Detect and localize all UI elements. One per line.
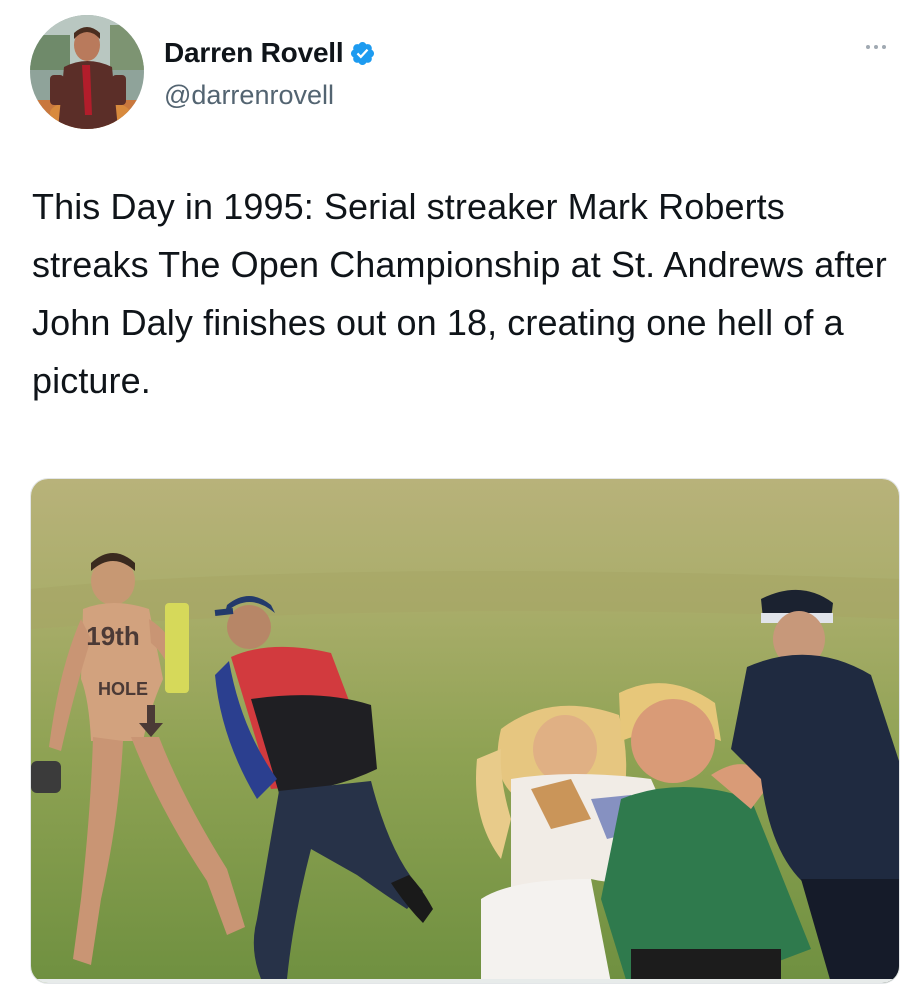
author-name-row: Darren Rovell bbox=[164, 36, 376, 70]
verified-badge-icon bbox=[349, 40, 376, 67]
tweet-photo[interactable]: 19th HOLE bbox=[30, 478, 900, 984]
body-writing-hole: HOLE bbox=[98, 679, 148, 699]
more-options-icon[interactable] bbox=[858, 32, 894, 62]
body-writing-19th: 19th bbox=[86, 621, 139, 651]
author-display-name[interactable]: Darren Rovell bbox=[164, 37, 344, 69]
author-handle[interactable]: @darrenrovell bbox=[164, 80, 334, 111]
tweet-header: Darren Rovell @darrenrovell bbox=[0, 0, 922, 150]
tweet-text: This Day in 1995: Serial streaker Mark R… bbox=[32, 186, 887, 401]
author-avatar[interactable] bbox=[30, 15, 144, 129]
